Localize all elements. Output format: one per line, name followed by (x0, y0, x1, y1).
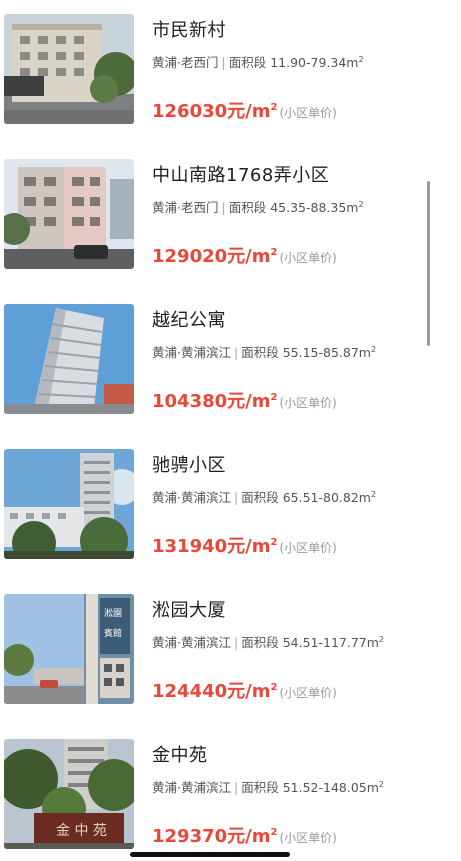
home-indicator[interactable] (130, 852, 290, 857)
unit-price: 104380 (152, 391, 228, 412)
area-unit-sup: 2 (370, 489, 377, 499)
list-item[interactable]: 市民新村 黄浦·老西门 | 面积段 11.90-79.34m2 126030元/m2… (0, 14, 461, 124)
price-note: (小区单价) (279, 831, 337, 845)
unit-price: 126030 (152, 101, 228, 122)
community-name: 市民新村 (152, 20, 226, 41)
unit-price: 129020 (152, 246, 228, 267)
community-photo (4, 14, 134, 124)
price-unit: 元/m2 (227, 391, 278, 412)
price-row: 131940元/m2 (小区单价) (152, 532, 337, 558)
community-photo (4, 449, 134, 559)
community-meta: 黄浦·老西门 | 面积段 45.35-88.35m2 (152, 197, 364, 216)
community-meta: 黄浦·黄浦滨江 | 面积段 55.15-85.87m2 (152, 342, 376, 361)
unit-price: 124440 (152, 681, 228, 702)
community-photo (4, 304, 134, 414)
meta-divider: | (221, 200, 226, 215)
area-unit-sup: 2 (378, 779, 385, 789)
price-unit: 元/m2 (227, 536, 278, 557)
price-unit: 元/m2 (227, 246, 278, 267)
price-row: 124440元/m2 (小区单价) (152, 677, 337, 703)
price-row: 104380元/m2 (小区单价) (152, 387, 337, 413)
area-unit-sup: 2 (378, 634, 385, 644)
district-label: 黄浦·老西门 (152, 200, 219, 215)
meta-divider: | (233, 635, 239, 650)
gate-sign-text: 金 中 苑 (56, 823, 107, 839)
area-label: 面积段 (228, 200, 267, 215)
list-item[interactable]: 驰骋小区 黄浦·黄浦滨江 | 面积段 65.51-80.82m2 131940元/m… (0, 449, 461, 559)
price-note: (小区单价) (279, 541, 337, 555)
community-name: 淞园大厦 (152, 600, 226, 621)
community-name: 中山南路1768弄小区 (152, 165, 330, 186)
meta-divider: | (233, 345, 239, 360)
meta-divider: | (221, 55, 226, 70)
area-range: 45.35-88.35m (270, 200, 359, 215)
price-row: 129370元/m2 (小区单价) (152, 822, 337, 848)
list-item[interactable]: 中山南路1768弄小区 黄浦·老西门 | 面积段 45.35-88.35m2 129… (0, 159, 461, 269)
area-unit-sup: 2 (358, 199, 364, 209)
community-name: 越纪公寓 (152, 310, 226, 331)
community-photo: 金 中 苑 (4, 739, 134, 849)
area-label: 面积段 (228, 55, 267, 70)
price-note: (小区单价) (279, 686, 337, 700)
area-range: 65.51-80.82m (282, 490, 371, 505)
area-range: 54.51-117.77m (282, 635, 379, 650)
community-meta: 黄浦·黄浦滨江 | 面积段 54.51-117.77m2 (152, 632, 384, 651)
area-label: 面积段 (241, 780, 279, 795)
price-unit: 元/m2 (227, 101, 278, 122)
list-item[interactable]: 金 中 苑 金中苑 黄浦·黄浦滨江 | 面积段 51.52-148.05m2 129… (0, 739, 461, 849)
area-label: 面积段 (241, 345, 279, 360)
area-range: 55.15-85.87m (282, 345, 371, 360)
area-range: 11.90-79.34m (270, 55, 359, 70)
district-label: 黄浦·黄浦滨江 (152, 780, 231, 795)
price-unit: 元/m2 (227, 826, 278, 847)
district-label: 黄浦·老西门 (152, 55, 219, 70)
community-meta: 黄浦·黄浦滨江 | 面积段 65.51-80.82m2 (152, 487, 376, 506)
area-unit-sup: 2 (370, 344, 377, 354)
meta-divider: | (233, 490, 239, 505)
district-label: 黄浦·黄浦滨江 (152, 345, 231, 360)
list-item[interactable]: 淞園 賓館 淞园大厦 黄浦·黄浦滨江 | 面积段 54.51-117.77m2 12… (0, 594, 461, 704)
district-label: 黄浦·黄浦滨江 (152, 635, 231, 650)
price-note: (小区单价) (279, 251, 337, 265)
area-unit-sup: 2 (358, 54, 364, 64)
unit-price: 129370 (152, 826, 228, 847)
unit-price: 131940 (152, 536, 228, 557)
area-range: 51.52-148.05m (282, 780, 379, 795)
scrollbar[interactable] (427, 181, 430, 346)
price-note: (小区单价) (279, 396, 337, 410)
price-row: 126030元/m2 (小区单价) (152, 97, 337, 123)
svg-text:賓館: 賓館 (104, 627, 122, 639)
community-meta: 黄浦·黄浦滨江 | 面积段 51.52-148.05m2 (152, 777, 384, 796)
area-label: 面积段 (241, 635, 279, 650)
district-label: 黄浦·黄浦滨江 (152, 490, 231, 505)
area-label: 面积段 (241, 490, 279, 505)
price-note: (小区单价) (279, 106, 337, 120)
price-row: 129020元/m2 (小区单价) (152, 242, 337, 268)
community-meta: 黄浦·老西门 | 面积段 11.90-79.34m2 (152, 52, 364, 71)
community-name: 金中苑 (152, 745, 208, 766)
hotel-sign-text: 淞園 (104, 608, 122, 619)
community-photo: 淞園 賓館 (4, 594, 134, 704)
price-unit: 元/m2 (227, 681, 278, 702)
list-item[interactable]: 越纪公寓 黄浦·黄浦滨江 | 面积段 55.15-85.87m2 104380元/m… (0, 304, 461, 414)
community-name: 驰骋小区 (152, 455, 226, 476)
community-photo (4, 159, 134, 269)
meta-divider: | (233, 780, 239, 795)
